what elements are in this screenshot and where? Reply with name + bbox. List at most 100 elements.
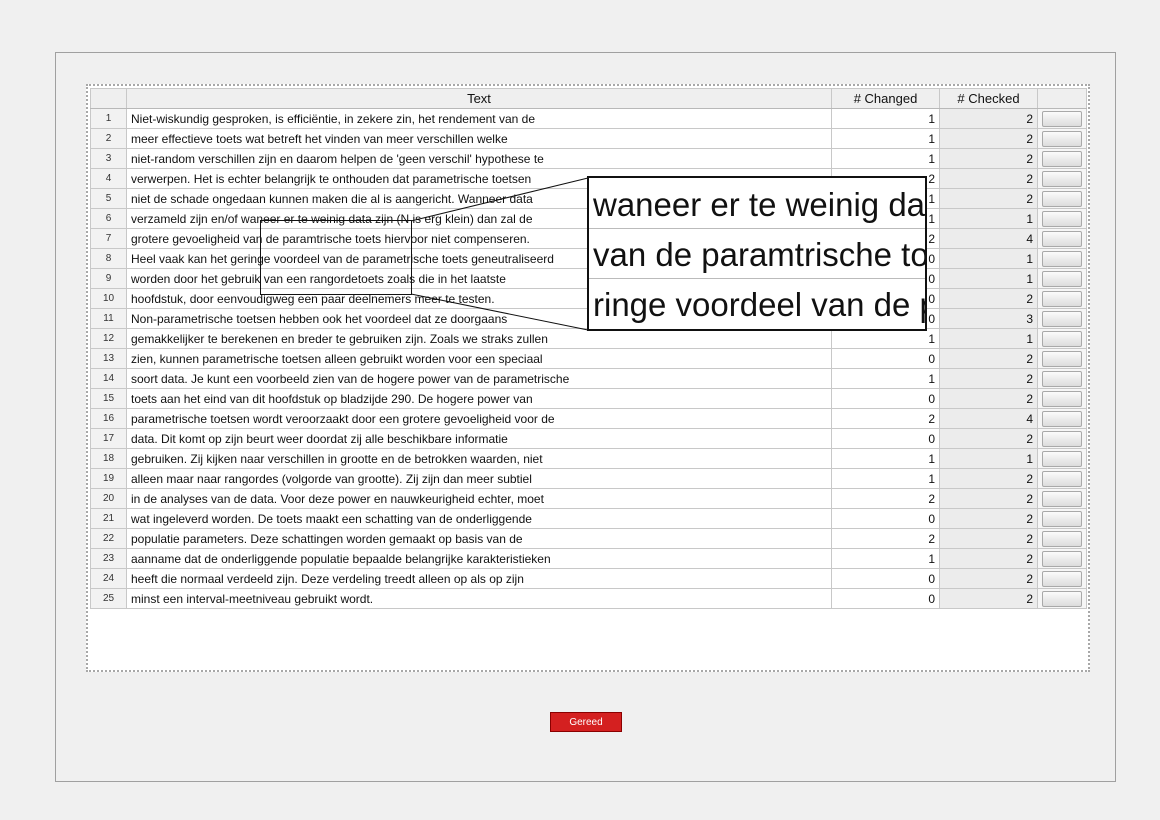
changed-count[interactable]: 0 xyxy=(831,348,940,369)
row-action-button[interactable] xyxy=(1042,230,1082,247)
row-action-button[interactable] xyxy=(1042,530,1082,547)
changed-count[interactable]: 1 xyxy=(831,328,940,349)
row-action-button[interactable] xyxy=(1042,250,1082,267)
row-action-button[interactable] xyxy=(1042,190,1082,207)
row-action-button[interactable] xyxy=(1042,130,1082,147)
done-button[interactable]: Gereed xyxy=(550,712,622,732)
table-row[interactable]: 15 toets aan het eind van dit hoofdstuk o… xyxy=(90,388,1087,409)
checked-count: 2 xyxy=(939,368,1038,389)
changed-count[interactable]: 1 xyxy=(831,468,940,489)
header-rownum xyxy=(90,88,127,109)
table-row[interactable]: 18 gebruiken. Zij kijken naar verschillen… xyxy=(90,448,1087,469)
table-row[interactable]: 20 in de analyses van de data. Voor deze … xyxy=(90,488,1087,509)
table-row[interactable]: 23 aanname dat de onderliggende populatie… xyxy=(90,548,1087,569)
changed-count[interactable]: 1 xyxy=(831,108,940,129)
changed-count[interactable]: 0 xyxy=(831,588,940,609)
row-action-cell xyxy=(1037,168,1087,189)
changed-count[interactable]: 2 xyxy=(831,408,940,429)
row-action-button[interactable] xyxy=(1042,290,1082,307)
row-action-button[interactable] xyxy=(1042,210,1082,227)
row-action-button[interactable] xyxy=(1042,570,1082,587)
row-number: 18 xyxy=(90,448,127,469)
row-action-button[interactable] xyxy=(1042,150,1082,167)
row-text[interactable]: niet-random verschillen zijn en daarom h… xyxy=(126,148,832,169)
table-row[interactable]: 24 heeft die normaal verdeeld zijn. Deze … xyxy=(90,568,1087,589)
table-row[interactable]: 22 populatie parameters. Deze schattingen… xyxy=(90,528,1087,549)
changed-count[interactable]: 1 xyxy=(831,368,940,389)
table-row[interactable]: 17 data. Dit komt op zijn beurt weer door… xyxy=(90,428,1087,449)
row-action-button[interactable] xyxy=(1042,550,1082,567)
row-action-button[interactable] xyxy=(1042,270,1082,287)
table-row[interactable]: 13 zien, kunnen parametrische toetsen all… xyxy=(90,348,1087,369)
row-text[interactable]: meer effectieve toets wat betreft het vi… xyxy=(126,128,832,149)
row-text[interactable]: minst een interval-meetniveau gebruikt w… xyxy=(126,588,832,609)
row-action-button[interactable] xyxy=(1042,110,1082,127)
table-row[interactable]: 2 meer effectieve toets wat betreft het v… xyxy=(90,128,1087,149)
changed-count[interactable]: 1 xyxy=(831,148,940,169)
changed-count[interactable]: 1 xyxy=(831,548,940,569)
row-action-cell xyxy=(1037,248,1087,269)
changed-count[interactable]: 0 xyxy=(831,568,940,589)
row-text[interactable]: gebruiken. Zij kijken naar verschillen i… xyxy=(126,448,832,469)
changed-count[interactable]: 2 xyxy=(831,528,940,549)
row-action-button[interactable] xyxy=(1042,490,1082,507)
changed-count[interactable]: 0 xyxy=(831,388,940,409)
checked-count: 2 xyxy=(939,568,1038,589)
row-action-cell xyxy=(1037,388,1087,409)
row-action-button[interactable] xyxy=(1042,410,1082,427)
row-text[interactable]: heeft die normaal verdeeld zijn. Deze ve… xyxy=(126,568,832,589)
row-action-button[interactable] xyxy=(1042,450,1082,467)
row-action-button[interactable] xyxy=(1042,590,1082,607)
row-text[interactable]: parametrische toetsen wordt veroorzaakt … xyxy=(126,408,832,429)
changed-count[interactable]: 0 xyxy=(831,508,940,529)
table-row[interactable]: 16 parametrische toetsen wordt veroorzaak… xyxy=(90,408,1087,429)
row-text[interactable]: aanname dat de onderliggende populatie b… xyxy=(126,548,832,569)
checked-count: 2 xyxy=(939,108,1038,129)
header-text[interactable]: Text xyxy=(126,88,832,109)
table-row[interactable]: 25 minst een interval-meetniveau gebruikt… xyxy=(90,588,1087,609)
row-action-button[interactable] xyxy=(1042,390,1082,407)
row-number: 21 xyxy=(90,508,127,529)
row-text[interactable]: toets aan het eind van dit hoofdstuk op … xyxy=(126,388,832,409)
row-number: 3 xyxy=(90,148,127,169)
checked-count: 2 xyxy=(939,128,1038,149)
header-changed[interactable]: # Changed xyxy=(831,88,940,109)
table-row[interactable]: 21 wat ingeleverd worden. De toets maakt … xyxy=(90,508,1087,529)
changed-count[interactable]: 0 xyxy=(831,428,940,449)
row-number: 16 xyxy=(90,408,127,429)
row-action-cell xyxy=(1037,548,1087,569)
table-row[interactable]: 1 Niet-wiskundig gesproken, is efficiënti… xyxy=(90,108,1087,129)
row-action-button[interactable] xyxy=(1042,470,1082,487)
row-action-cell xyxy=(1037,288,1087,309)
row-text[interactable]: soort data. Je kunt een voorbeeld zien v… xyxy=(126,368,832,389)
table-row[interactable]: 3 niet-random verschillen zijn en daarom … xyxy=(90,148,1087,169)
row-action-button[interactable] xyxy=(1042,170,1082,187)
row-text[interactable]: Niet-wiskundig gesproken, is efficiëntie… xyxy=(126,108,832,129)
row-number: 19 xyxy=(90,468,127,489)
table-row[interactable]: 12 gemakkelijker te berekenen en breder t… xyxy=(90,328,1087,349)
row-action-button[interactable] xyxy=(1042,310,1082,327)
row-action-button[interactable] xyxy=(1042,370,1082,387)
row-number: 1 xyxy=(90,108,127,129)
checked-count: 3 xyxy=(939,308,1038,329)
row-action-button[interactable] xyxy=(1042,330,1082,347)
changed-count[interactable]: 2 xyxy=(831,488,940,509)
table-row[interactable]: 19 alleen maar naar rangordes (volgorde v… xyxy=(90,468,1087,489)
checked-count: 4 xyxy=(939,408,1038,429)
row-text[interactable]: zien, kunnen parametrische toetsen allee… xyxy=(126,348,832,369)
row-action-button[interactable] xyxy=(1042,510,1082,527)
header-checked[interactable]: # Checked xyxy=(939,88,1038,109)
row-action-button[interactable] xyxy=(1042,430,1082,447)
changed-count[interactable]: 1 xyxy=(831,128,940,149)
row-text[interactable]: populatie parameters. Deze schattingen w… xyxy=(126,528,832,549)
changed-count[interactable]: 1 xyxy=(831,448,940,469)
table-row[interactable]: 14 soort data. Je kunt een voorbeeld zien… xyxy=(90,368,1087,389)
row-text[interactable]: wat ingeleverd worden. De toets maakt ee… xyxy=(126,508,832,529)
checked-count: 2 xyxy=(939,148,1038,169)
row-text[interactable]: in de analyses van de data. Voor deze po… xyxy=(126,488,832,509)
row-text[interactable]: gemakkelijker te berekenen en breder te … xyxy=(126,328,832,349)
row-action-button[interactable] xyxy=(1042,350,1082,367)
row-text[interactable]: data. Dit komt op zijn beurt weer doorda… xyxy=(126,428,832,449)
row-number: 10 xyxy=(90,288,127,309)
row-text[interactable]: alleen maar naar rangordes (volgorde van… xyxy=(126,468,832,489)
